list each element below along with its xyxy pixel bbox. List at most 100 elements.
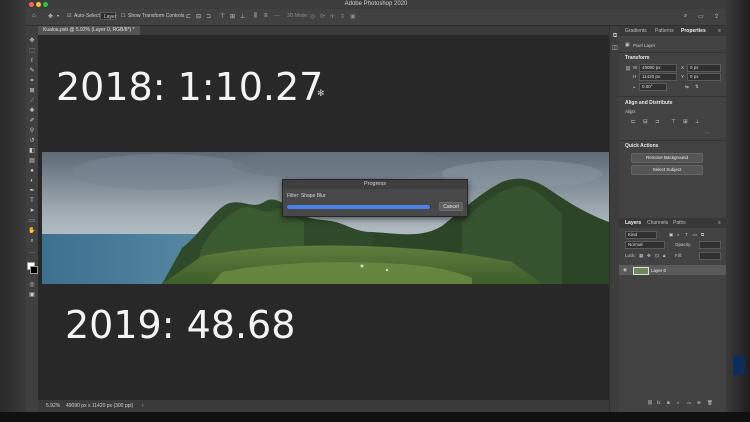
lasso-tool-icon[interactable]: ℓ — [28, 57, 36, 65]
lock-artboard-icon[interactable]: ⊡ — [655, 253, 659, 259]
auto-select-checkbox[interactable]: ☑ — [67, 13, 71, 19]
align-bottom-edges-icon[interactable]: ⊥ — [695, 119, 700, 125]
width-field[interactable]: 49090 px — [639, 64, 677, 72]
cancel-button[interactable]: Cancel — [439, 202, 463, 211]
crop-tool-icon[interactable]: ⌗ — [28, 77, 36, 85]
y-field[interactable]: 0 px — [687, 73, 721, 81]
chevron-down-icon[interactable]: ▾ — [57, 13, 59, 18]
blend-mode-dropdown[interactable]: Normal — [625, 241, 665, 249]
lock-pixels-icon[interactable]: ▦ — [639, 253, 643, 259]
new-layer-icon[interactable]: ⊕ — [697, 400, 701, 406]
link-layers-icon[interactable]: ⛓ — [647, 400, 653, 406]
align-top-icon[interactable]: ⊤ — [220, 13, 225, 20]
dodge-tool-icon[interactable]: ◐ — [28, 177, 36, 185]
tab-channels[interactable]: Channels — [647, 220, 668, 226]
align-center-icon[interactable]: ⊟ — [196, 13, 201, 20]
clone-stamp-tool-icon[interactable]: ⚲ — [28, 127, 36, 135]
layer-kind-label: Pixel Layer — [633, 43, 656, 48]
align-middle-icon[interactable]: ⊞ — [230, 13, 235, 20]
align-left-edges-icon[interactable]: ⊏ — [631, 119, 636, 125]
eraser-tool-icon[interactable]: ◧ — [28, 147, 36, 155]
progress-bar-fill — [287, 205, 430, 209]
more-options-icon[interactable]: ··· — [274, 13, 280, 19]
edit-toolbar-icon[interactable]: ··· — [28, 249, 36, 257]
quick-mask-icon[interactable]: ◎ — [28, 281, 36, 289]
adjustments-panel-icon[interactable]: ◫ — [611, 44, 619, 52]
move-tool-icon[interactable]: ✥ — [48, 13, 53, 20]
screen-mode-icon[interactable]: ▣ — [28, 291, 36, 299]
home-icon[interactable]: ⌂ — [32, 13, 36, 19]
document-tab[interactable]: Kualoa.psb @ 5.92% (Layer 0, RGB/8*) * — [38, 26, 140, 35]
align-top-edges-icon[interactable]: ⊤ — [671, 119, 676, 125]
gradient-tool-icon[interactable]: ▤ — [28, 157, 36, 165]
flip-horizontal-icon[interactable]: ⇆ — [685, 84, 689, 90]
frame-tool-icon[interactable]: ⊠ — [28, 87, 36, 95]
align-bottom-icon[interactable]: ⊥ — [240, 13, 245, 20]
tab-properties[interactable]: Properties — [681, 28, 706, 34]
path-selection-tool-icon[interactable]: ➤ — [28, 207, 36, 215]
opacity-field[interactable] — [699, 241, 721, 249]
filter-type-icon[interactable]: T — [685, 232, 688, 237]
share-icon[interactable]: ⇪ — [714, 13, 719, 20]
distribute-vertical-icon[interactable]: ≡ — [264, 13, 268, 19]
angle-field[interactable]: 0.00° — [639, 83, 667, 91]
filter-smart-icon[interactable]: ⧉ — [701, 232, 704, 237]
fill-field[interactable] — [699, 252, 721, 260]
more-align-options-icon[interactable]: ··· — [705, 130, 710, 135]
tab-layers[interactable]: Layers — [625, 220, 641, 226]
quick-select-tool-icon[interactable]: ✎ — [28, 67, 36, 75]
zoom-level[interactable]: 5.92% — [46, 400, 60, 412]
brush-tool-icon[interactable]: ✐ — [28, 117, 36, 125]
tab-patterns[interactable]: Patterns — [655, 28, 674, 34]
align-horizontal-centers-icon[interactable]: ⊟ — [643, 119, 648, 125]
layer-kind-filter[interactable]: Kind — [625, 231, 657, 239]
pen-tool-icon[interactable]: ✒ — [28, 187, 36, 195]
busy-cursor-icon: ✻ — [317, 88, 325, 98]
filter-shape-icon[interactable]: ▭ — [693, 232, 697, 238]
x-field[interactable]: 0 px — [687, 64, 721, 72]
type-tool-icon[interactable]: T — [28, 197, 36, 205]
hand-tool-icon[interactable]: ✋ — [28, 227, 36, 235]
align-right-edges-icon[interactable]: ⊐ — [655, 119, 660, 125]
distribute-icon[interactable]: ⫼ — [254, 13, 257, 20]
remove-background-button[interactable]: Remove Background — [631, 153, 703, 163]
align-left-icon[interactable]: ⊏ — [186, 13, 191, 20]
adjustment-layer-icon[interactable]: ◐ — [677, 400, 680, 405]
search-icon[interactable]: ⌕ — [684, 13, 687, 20]
eye-icon[interactable]: ◉ — [623, 267, 627, 273]
layers-panel-menu-icon[interactable]: ≡ — [718, 220, 721, 226]
move-tool-icon[interactable]: ✥ — [28, 37, 36, 45]
select-subject-button[interactable]: Select Subject — [631, 165, 703, 175]
status-menu-chevron-icon[interactable]: › — [142, 400, 144, 412]
3d-roll-icon: ⟳ — [320, 14, 326, 20]
marquee-tool-icon[interactable]: ⬚ — [28, 47, 36, 55]
lock-position-icon[interactable]: ✥ — [647, 253, 651, 259]
flip-vertical-icon[interactable]: ⇅ — [695, 84, 699, 90]
lock-all-icon[interactable]: 🔒︎ — [663, 253, 665, 258]
align-vertical-centers-icon[interactable]: ⊞ — [683, 119, 688, 125]
shape-tool-icon[interactable]: ▭ — [28, 217, 36, 225]
show-transform-checkbox[interactable]: ☐ — [121, 13, 125, 19]
workspace-icon[interactable]: ▭ — [698, 13, 704, 20]
link-icon[interactable]: ⛓ — [625, 66, 631, 72]
filter-pixel-icon[interactable]: ▣ — [669, 232, 673, 238]
filter-adjustment-icon[interactable]: ◐ — [677, 232, 680, 237]
history-brush-tool-icon[interactable]: ↺ — [28, 137, 36, 145]
auto-select-dropdown[interactable]: Layer — [100, 12, 117, 20]
layer-style-icon[interactable]: fx — [657, 400, 661, 405]
delete-layer-icon[interactable]: 🗑︎ — [707, 400, 713, 406]
zoom-tool-icon[interactable]: ⌕ — [28, 237, 36, 245]
blur-tool-icon[interactable]: ● — [28, 167, 36, 175]
panel-menu-icon[interactable]: ≡ — [718, 28, 721, 34]
height-field[interactable]: 11420 px — [639, 73, 677, 81]
eyedropper-tool-icon[interactable]: ⟋ — [28, 97, 36, 105]
history-panel-icon[interactable]: ⧉ — [611, 32, 619, 40]
background-color-swatch[interactable] — [30, 266, 38, 274]
tab-paths[interactable]: Paths — [673, 220, 686, 226]
tab-gradients[interactable]: Gradients — [625, 28, 647, 34]
add-mask-icon[interactable]: ◙ — [667, 400, 670, 405]
new-group-icon[interactable]: ▭ — [687, 400, 691, 406]
healing-brush-tool-icon[interactable]: ✚ — [28, 107, 36, 115]
align-right-icon[interactable]: ⊐ — [206, 13, 211, 20]
layer-row[interactable]: ◉ Layer 0 — [619, 265, 726, 275]
